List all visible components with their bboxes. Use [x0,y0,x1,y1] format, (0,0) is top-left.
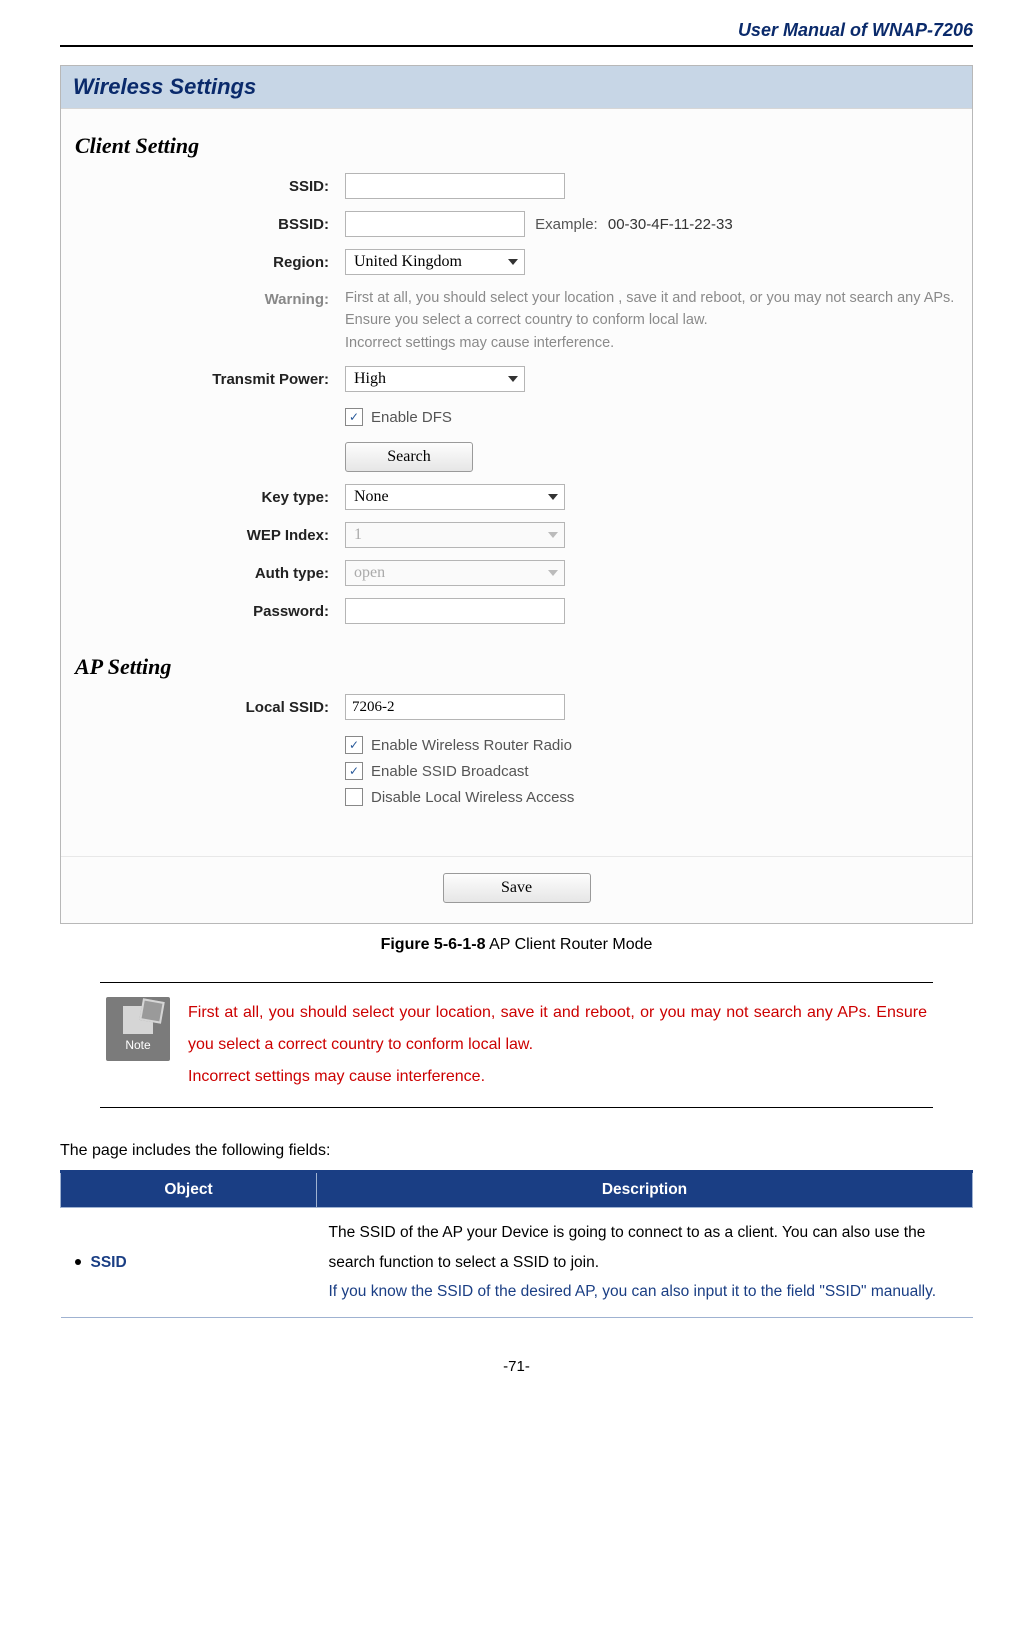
ssid-label: SSID: [61,167,337,205]
bssid-example-label: Example: [535,216,598,233]
chevron-down-icon [548,532,558,538]
bssid-example-value: 00-30-4F-11-22-33 [608,216,733,233]
panel-title: Wireless Settings [61,66,972,109]
table-row: SSID The SSID of the AP your Device is g… [61,1208,973,1317]
chevron-down-icon [508,376,518,382]
save-button[interactable]: Save [443,873,591,903]
search-button[interactable]: Search [345,442,473,472]
page-number: -71- [60,1358,973,1375]
figure-label: Figure 5-6-1-8 [381,936,486,953]
bssid-input[interactable] [345,211,525,237]
broadcast-checkbox[interactable]: ✓ [345,762,363,780]
region-select[interactable]: United Kingdom [345,249,525,275]
client-setting-heading: Client Setting [61,109,972,167]
row-object: SSID [91,1254,127,1271]
warning-text: First at all, you should select your loc… [345,287,964,354]
password-input[interactable] [345,598,565,624]
bullet-icon [75,1259,81,1265]
keytype-label: Key type: [61,478,337,516]
row-desc-black: The SSID of the AP your Device is going … [329,1224,926,1270]
ap-setting-heading: AP Setting [61,630,972,688]
bssid-label: BSSID: [61,205,337,243]
wireless-settings-panel: Wireless Settings Client Setting SSID: B… [60,65,973,924]
keytype-value: None [354,488,389,506]
figure-caption: Figure 5-6-1-8 AP Client Router Mode [60,936,973,954]
wepindex-label: WEP Index: [61,516,337,554]
disable-local-checkbox[interactable] [345,788,363,806]
tx-power-value: High [354,370,386,388]
ssid-input[interactable] [345,173,565,199]
tx-power-select[interactable]: High [345,366,525,392]
broadcast-checkbox-label: Enable SSID Broadcast [371,763,529,780]
chevron-down-icon [548,570,558,576]
intro-text: The page includes the following fields: [60,1142,973,1160]
disable-local-checkbox-label: Disable Local Wireless Access [371,789,574,806]
doc-header: User Manual of WNAP-7206 [60,20,973,47]
ap-form: Local SSID: ✓ Enable Wireless Router Radi… [61,688,972,816]
radio-checkbox[interactable]: ✓ [345,736,363,754]
local-ssid-label: Local SSID: [61,688,337,726]
keytype-select[interactable]: None [345,484,565,510]
row-desc-blue: If you know the SSID of the desired AP, … [329,1283,937,1300]
note-text: First at all, you should select your loc… [188,997,927,1093]
authtype-select: open [345,560,565,586]
note-icon-label: Note [125,1038,150,1052]
authtype-value: open [354,564,385,582]
chevron-down-icon [508,259,518,265]
wepindex-select: 1 [345,522,565,548]
fields-table: Object Description SSID The SSID of the … [60,1170,973,1317]
region-label: Region: [61,243,337,281]
dfs-checkbox[interactable]: ✓ [345,408,363,426]
th-object: Object [61,1172,317,1208]
password-label: Password: [61,592,337,630]
region-value: United Kingdom [354,253,462,271]
client-form: SSID: BSSID: Example: 00-30-4F-11-22-33 … [61,167,972,630]
warning-label: Warning: [61,281,337,360]
wepindex-value: 1 [354,526,362,544]
th-description: Description [317,1172,973,1208]
authtype-label: Auth type: [61,554,337,592]
local-ssid-input[interactable] [345,694,565,720]
figure-text: AP Client Router Mode [489,936,652,953]
note-icon: Note [106,997,170,1061]
radio-checkbox-label: Enable Wireless Router Radio [371,737,572,754]
row-description: The SSID of the AP your Device is going … [317,1208,973,1317]
note-block: Note First at all, you should select you… [100,982,933,1108]
dfs-label: Enable DFS [371,409,452,426]
tx-power-label: Transmit Power: [61,360,337,398]
chevron-down-icon [548,494,558,500]
